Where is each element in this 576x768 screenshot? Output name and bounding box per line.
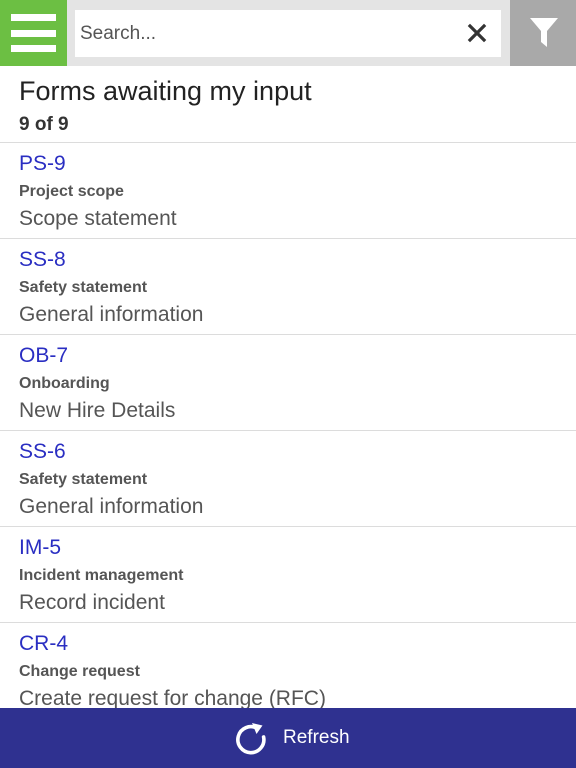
list-item[interactable]: PS-9 Project scope Scope statement xyxy=(0,143,576,239)
form-id-link[interactable]: PS-9 xyxy=(19,152,66,176)
search-bar xyxy=(67,0,510,66)
search-input[interactable] xyxy=(80,10,450,57)
form-category: Change request xyxy=(19,663,140,680)
refresh-button[interactable]: Refresh xyxy=(0,708,576,768)
form-title: New Hire Details xyxy=(19,399,176,422)
form-category: Safety statement xyxy=(19,279,148,296)
form-category: Incident management xyxy=(19,567,184,584)
list-item[interactable]: SS-8 Safety statement General informatio… xyxy=(0,239,576,335)
form-title: Create request for change (RFC) xyxy=(19,687,326,708)
page-title: Forms awaiting my input xyxy=(19,76,312,106)
list-item[interactable]: CR-4 Change request Create request for c… xyxy=(0,623,576,708)
form-id-link[interactable]: CR-4 xyxy=(19,632,68,656)
filter-icon xyxy=(530,18,558,47)
forms-list: PS-9 Project scope Scope statement SS-8 … xyxy=(0,143,576,708)
form-category: Safety statement xyxy=(19,471,148,488)
form-id-link[interactable]: IM-5 xyxy=(19,536,61,560)
form-id-link[interactable]: SS-8 xyxy=(19,248,66,272)
close-icon xyxy=(467,23,487,43)
page-header: Forms awaiting my input 9 of 9 xyxy=(0,66,576,143)
refresh-label: Refresh xyxy=(283,727,350,748)
results-count: 9 of 9 xyxy=(19,114,69,135)
form-id-link[interactable]: SS-6 xyxy=(19,440,66,464)
form-title: General information xyxy=(19,495,204,518)
search-box xyxy=(75,10,501,57)
filter-button[interactable] xyxy=(510,0,576,66)
form-title: Scope statement xyxy=(19,207,177,230)
form-title: General information xyxy=(19,303,204,326)
list-item[interactable]: SS-6 Safety statement General informatio… xyxy=(0,431,576,527)
clear-search-button[interactable] xyxy=(465,21,489,45)
form-title: Record incident xyxy=(19,591,165,614)
form-id-link[interactable]: OB-7 xyxy=(19,344,68,368)
menu-button[interactable] xyxy=(0,0,67,66)
top-toolbar xyxy=(0,0,576,66)
list-item[interactable]: IM-5 Incident management Record incident xyxy=(0,527,576,623)
form-category: Project scope xyxy=(19,183,124,200)
form-category: Onboarding xyxy=(19,375,110,392)
list-item[interactable]: OB-7 Onboarding New Hire Details xyxy=(0,335,576,431)
refresh-icon xyxy=(236,723,266,755)
